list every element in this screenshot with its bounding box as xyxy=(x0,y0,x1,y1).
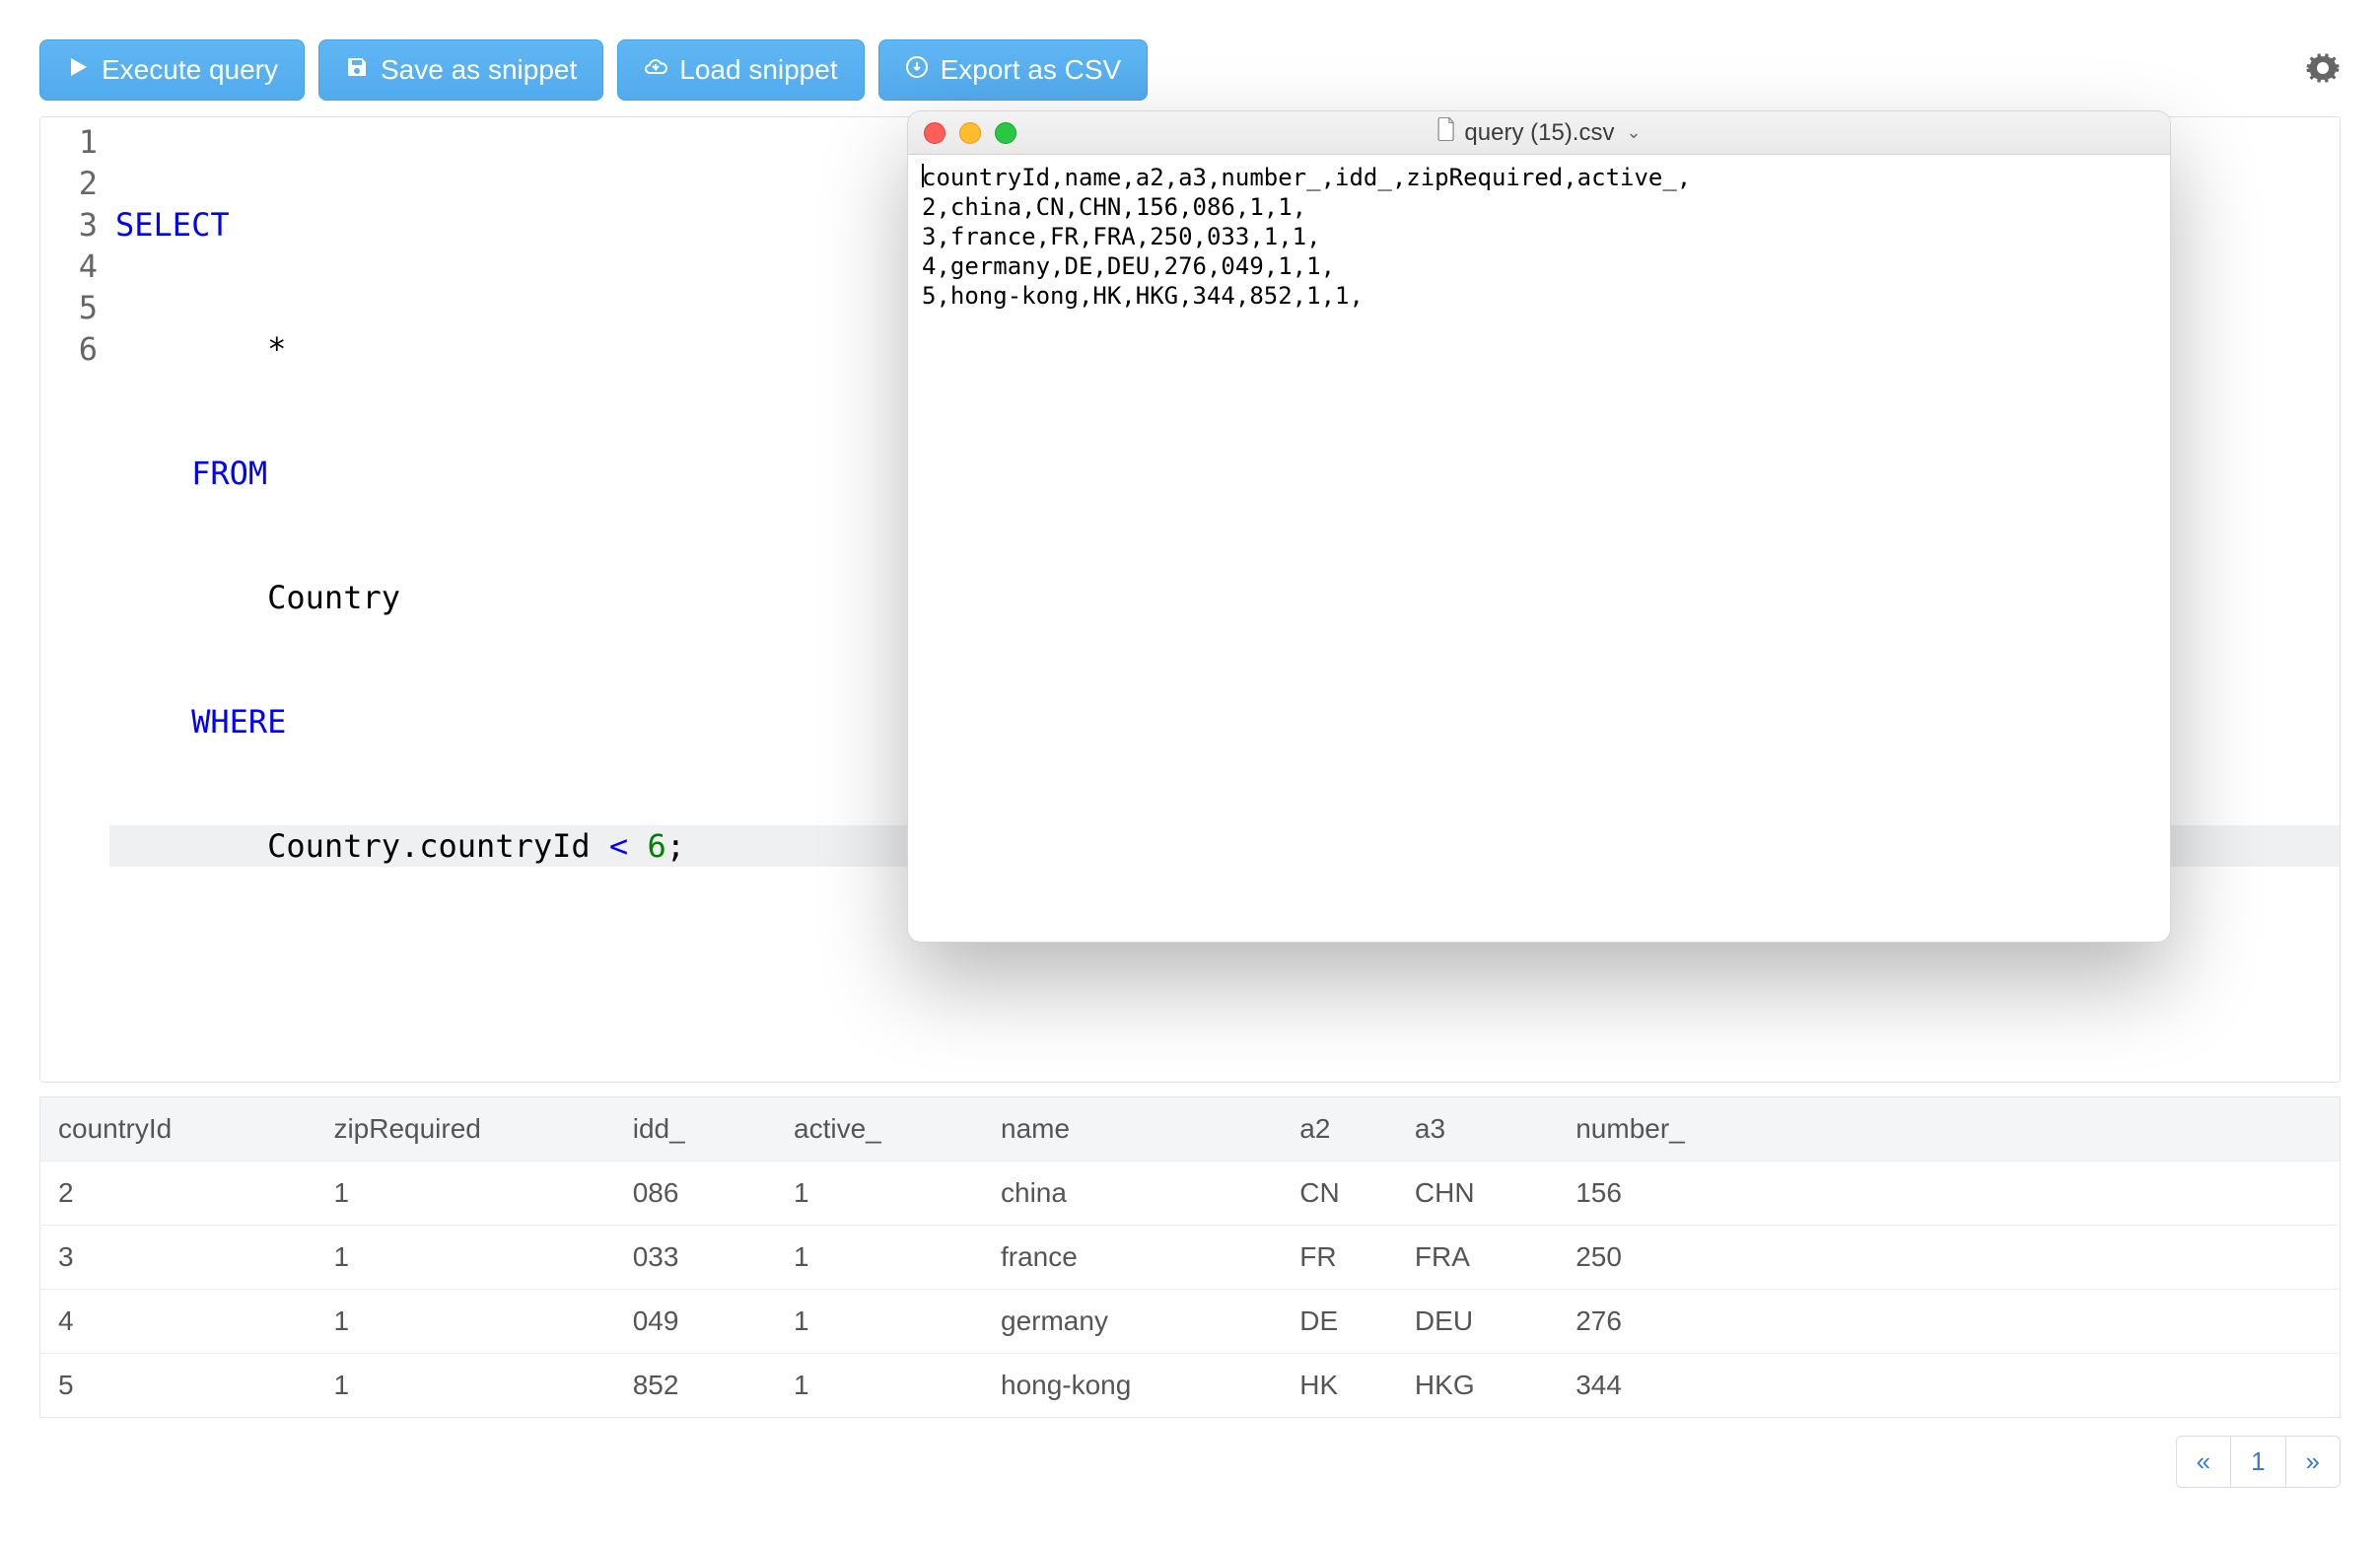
execute-query-button[interactable]: Execute query xyxy=(39,39,305,101)
save-snippet-button[interactable]: Save as snippet xyxy=(318,39,603,101)
column-header[interactable]: name xyxy=(983,1097,1282,1162)
cloud-download-icon xyxy=(644,54,667,86)
table-cell: china xyxy=(983,1162,1282,1226)
window-close-button[interactable] xyxy=(924,122,945,144)
pagination-page-button[interactable]: 1 xyxy=(2230,1436,2285,1488)
window-filename: query (15).csv xyxy=(1464,119,1614,147)
table-cell: france xyxy=(983,1226,1282,1290)
export-label: Export as CSV xyxy=(941,54,1122,86)
table-cell: 049 xyxy=(615,1290,776,1354)
table-cell: CHN xyxy=(1397,1162,1558,1226)
table-cell: 086 xyxy=(615,1162,776,1226)
table-cell: 250 xyxy=(1558,1226,2340,1290)
table-cell: HK xyxy=(1282,1354,1397,1418)
pagination-prev-button[interactable]: « xyxy=(2176,1436,2231,1488)
settings-button[interactable] xyxy=(2305,50,2341,91)
column-header[interactable]: active_ xyxy=(776,1097,983,1162)
table-cell: 1 xyxy=(315,1354,614,1418)
gear-icon xyxy=(2305,73,2341,90)
export-csv-button[interactable]: Export as CSV xyxy=(878,39,1149,101)
table-cell: 156 xyxy=(1558,1162,2340,1226)
editor-gutter: 1 2 3 4 5 6 xyxy=(40,117,109,1082)
window-title[interactable]: query (15).csv ⌄ xyxy=(1436,117,1641,148)
table-cell: 852 xyxy=(615,1354,776,1418)
line-number: 3 xyxy=(40,204,109,246)
table-row[interactable]: 518521hong-kongHKHKG344 xyxy=(40,1354,2341,1418)
table-cell: 1 xyxy=(315,1290,614,1354)
load-snippet-button[interactable]: Load snippet xyxy=(617,39,864,101)
pagination-next-button[interactable]: » xyxy=(2285,1436,2341,1488)
table-cell: HKG xyxy=(1397,1354,1558,1418)
column-header[interactable]: idd_ xyxy=(615,1097,776,1162)
document-icon xyxy=(1436,117,1456,148)
save-label: Save as snippet xyxy=(381,54,577,86)
csv-preview-window[interactable]: query (15).csv ⌄ countryId,name,a2,a3,nu… xyxy=(907,110,2171,943)
table-cell: 2 xyxy=(40,1162,316,1226)
table-cell: 1 xyxy=(776,1290,983,1354)
table-cell: FR xyxy=(1282,1226,1397,1290)
window-minimize-button[interactable] xyxy=(959,122,981,144)
table-cell: CN xyxy=(1282,1162,1397,1226)
line-number: 6 xyxy=(40,328,109,370)
table-header-row: countryId zipRequired idd_ active_ name … xyxy=(40,1097,2341,1162)
execute-label: Execute query xyxy=(102,54,278,86)
line-number: 5 xyxy=(40,287,109,328)
table-cell: 033 xyxy=(615,1226,776,1290)
table-cell: germany xyxy=(983,1290,1282,1354)
results-table: countryId zipRequired idd_ active_ name … xyxy=(39,1096,2341,1418)
window-zoom-button[interactable] xyxy=(995,122,1016,144)
toolbar: Execute query Save as snippet Load snipp… xyxy=(39,39,2341,101)
window-titlebar[interactable]: query (15).csv ⌄ xyxy=(908,111,2170,155)
table-cell: DEU xyxy=(1397,1290,1558,1354)
table-row[interactable]: 210861chinaCNCHN156 xyxy=(40,1162,2341,1226)
table-cell: 4 xyxy=(40,1290,316,1354)
table-row[interactable]: 310331franceFRFRA250 xyxy=(40,1226,2341,1290)
table-cell: FRA xyxy=(1397,1226,1558,1290)
load-label: Load snippet xyxy=(679,54,837,86)
line-number: 2 xyxy=(40,163,109,204)
play-icon xyxy=(66,54,90,86)
table-cell: 1 xyxy=(315,1226,614,1290)
save-icon xyxy=(345,54,369,86)
chevron-down-icon: ⌄ xyxy=(1626,122,1641,143)
table-cell: 1 xyxy=(315,1162,614,1226)
table-cell: 1 xyxy=(776,1226,983,1290)
pagination: « 1 » xyxy=(2177,1436,2341,1488)
window-traffic-lights xyxy=(924,122,1016,144)
table-cell: 1 xyxy=(776,1354,983,1418)
download-circle-icon xyxy=(905,54,929,86)
table-cell: 3 xyxy=(40,1226,316,1290)
table-cell: 276 xyxy=(1558,1290,2340,1354)
table-cell: DE xyxy=(1282,1290,1397,1354)
table-cell: 5 xyxy=(40,1354,316,1418)
column-header[interactable]: a3 xyxy=(1397,1097,1558,1162)
csv-content[interactable]: countryId,name,a2,a3,number_,idd_,zipReq… xyxy=(908,155,2170,318)
table-row[interactable]: 410491germanyDEDEU276 xyxy=(40,1290,2341,1354)
column-header[interactable]: zipRequired xyxy=(315,1097,614,1162)
line-number: 4 xyxy=(40,246,109,287)
column-header[interactable]: countryId xyxy=(40,1097,316,1162)
column-header[interactable]: a2 xyxy=(1282,1097,1397,1162)
column-header[interactable]: number_ xyxy=(1558,1097,2340,1162)
table-cell: hong-kong xyxy=(983,1354,1282,1418)
table-cell: 1 xyxy=(776,1162,983,1226)
table-cell: 344 xyxy=(1558,1354,2340,1418)
line-number: 1 xyxy=(40,121,109,163)
